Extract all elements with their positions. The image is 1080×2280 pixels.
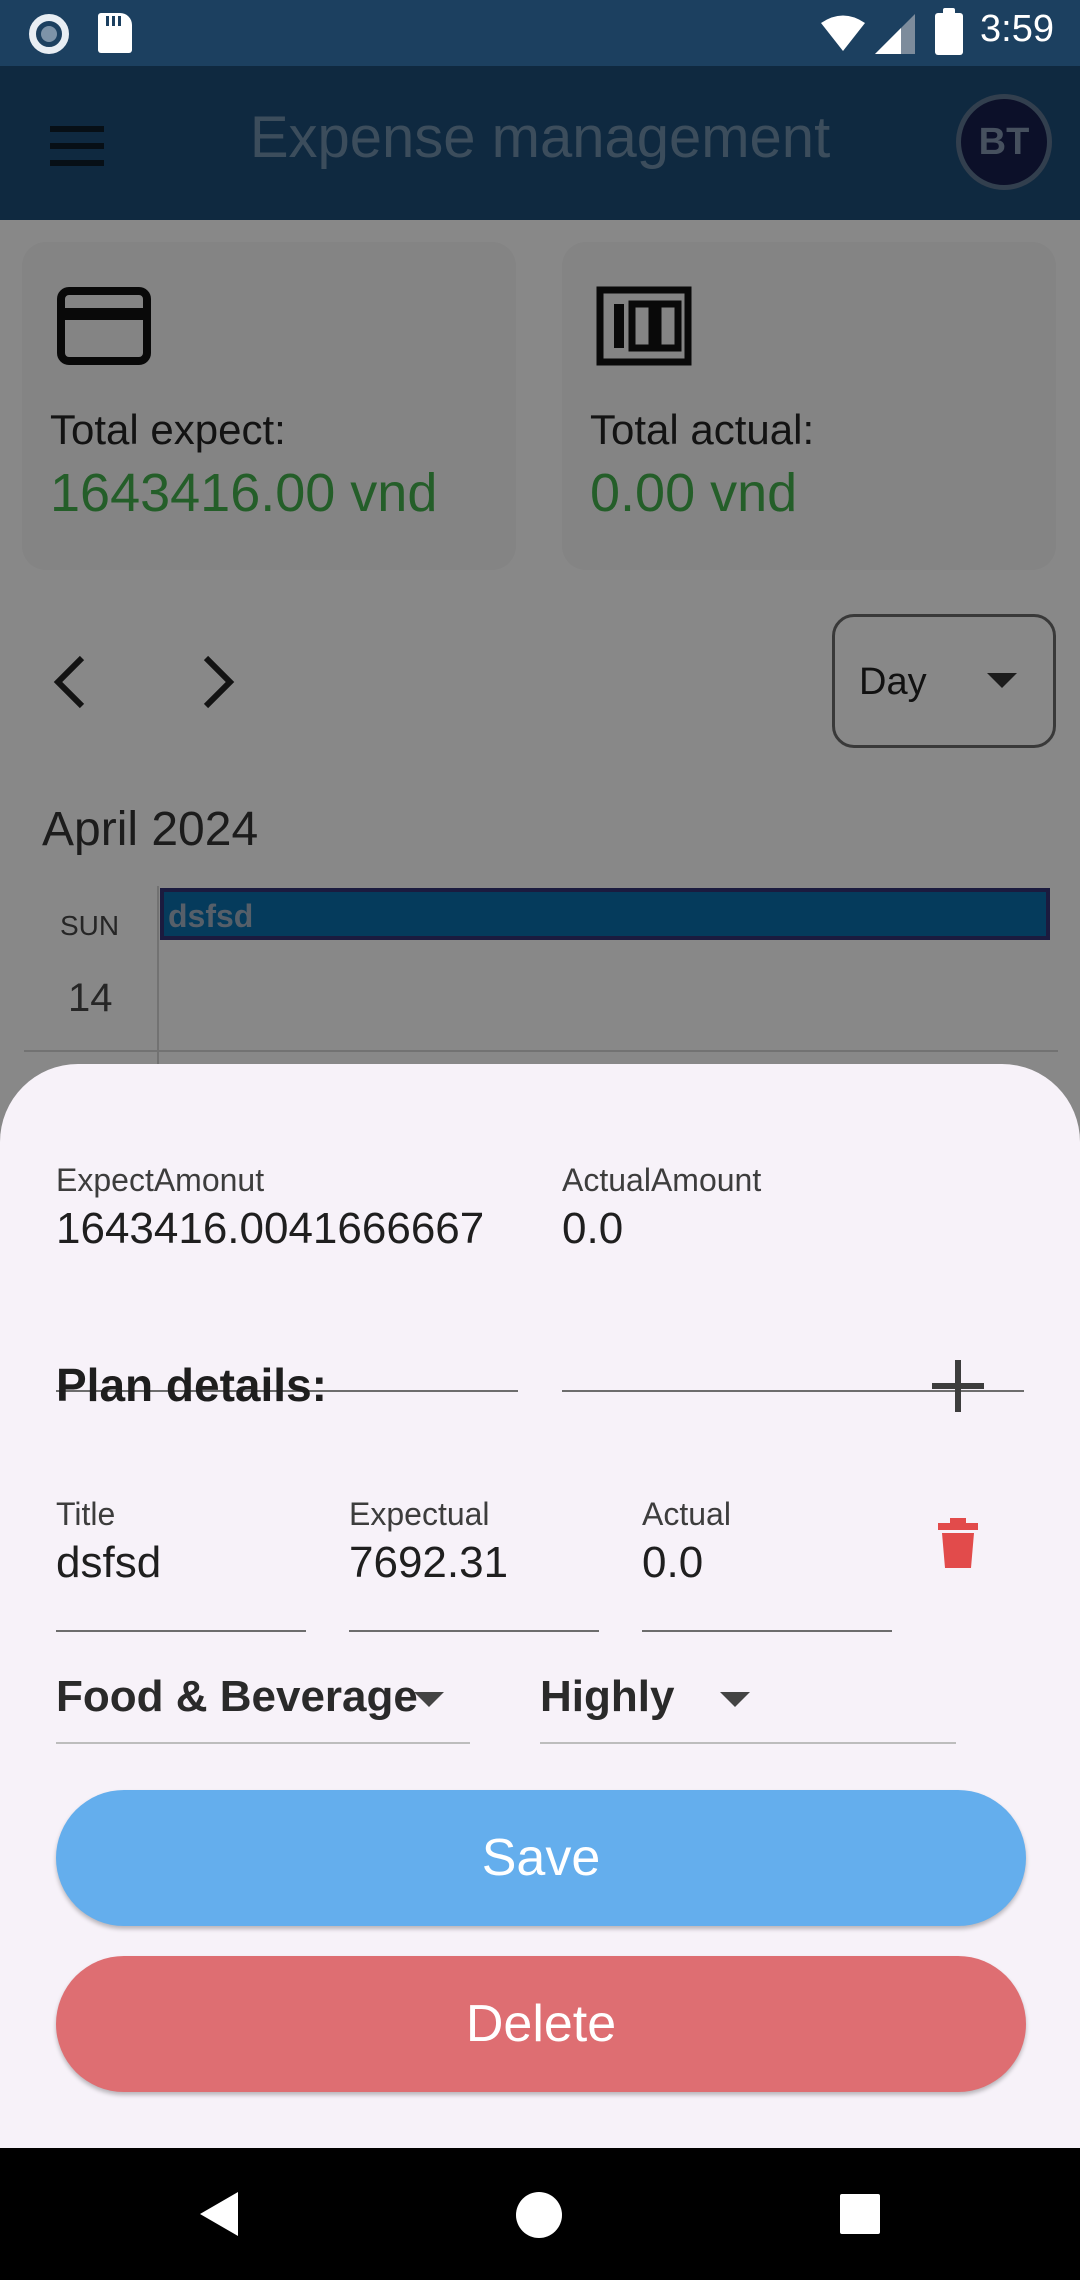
plan-actual-value[interactable]: 0.0 <box>642 1538 703 1588</box>
plan-title-label: Title <box>56 1496 116 1532</box>
dropdown-underline <box>56 1742 470 1744</box>
delete-button[interactable]: Delete <box>56 1956 1026 2092</box>
signal-icon <box>875 14 915 54</box>
back-icon[interactable] <box>200 2192 238 2236</box>
plan-details-title: Plan details: <box>56 1359 327 1411</box>
system-nav-bar <box>0 2148 1080 2280</box>
actual-amount-field[interactable]: ActualAmount 0.0 <box>562 1162 1024 1392</box>
expect-amount-label: ExpectAmonut <box>56 1162 265 1198</box>
expect-amount-field[interactable]: ExpectAmonut 1643416.0041666667 <box>56 1162 518 1392</box>
status-time: 3:59 <box>980 8 1054 50</box>
chevron-down-icon <box>414 1692 444 1707</box>
dropdown-underline <box>540 1742 956 1744</box>
chevron-down-icon <box>720 1692 750 1707</box>
priority-dropdown[interactable]: Highly <box>540 1666 956 1746</box>
sd-card-icon <box>98 13 132 53</box>
field-underline <box>56 1630 306 1632</box>
plan-title-field[interactable]: Title dsfsd <box>56 1496 306 1596</box>
plan-expectual-value[interactable]: 7692.31 <box>349 1538 508 1588</box>
plan-bottom-sheet: ExpectAmonut 1643416.0041666667 ActualAm… <box>0 1064 1080 2148</box>
plan-actual-label: Actual <box>642 1496 731 1532</box>
add-icon[interactable] <box>930 1358 986 1414</box>
expect-amount-value[interactable]: 1643416.0041666667 <box>56 1204 484 1254</box>
status-bar: 3:59 <box>0 0 1080 66</box>
plan-expectual-field[interactable]: Expectual 7692.31 <box>349 1496 599 1596</box>
actual-amount-value[interactable]: 0.0 <box>562 1204 623 1254</box>
category-dropdown[interactable]: Food & Beverage <box>56 1666 470 1746</box>
category-dropdown-value: Food & Beverage <box>56 1672 418 1721</box>
plan-expectual-label: Expectual <box>349 1496 490 1532</box>
recents-icon[interactable] <box>840 2194 880 2234</box>
actual-amount-label: ActualAmount <box>562 1162 762 1198</box>
field-underline <box>642 1630 892 1632</box>
record-icon <box>29 14 69 54</box>
plan-title-value[interactable]: dsfsd <box>56 1538 161 1588</box>
plan-actual-field[interactable]: Actual 0.0 <box>642 1496 892 1596</box>
wifi-icon <box>821 15 865 51</box>
save-button[interactable]: Save <box>56 1790 1026 1926</box>
trash-icon[interactable] <box>938 1518 978 1568</box>
battery-icon <box>935 8 963 55</box>
home-icon[interactable] <box>516 2192 562 2238</box>
field-underline <box>349 1630 599 1632</box>
priority-dropdown-value: Highly <box>540 1672 675 1721</box>
